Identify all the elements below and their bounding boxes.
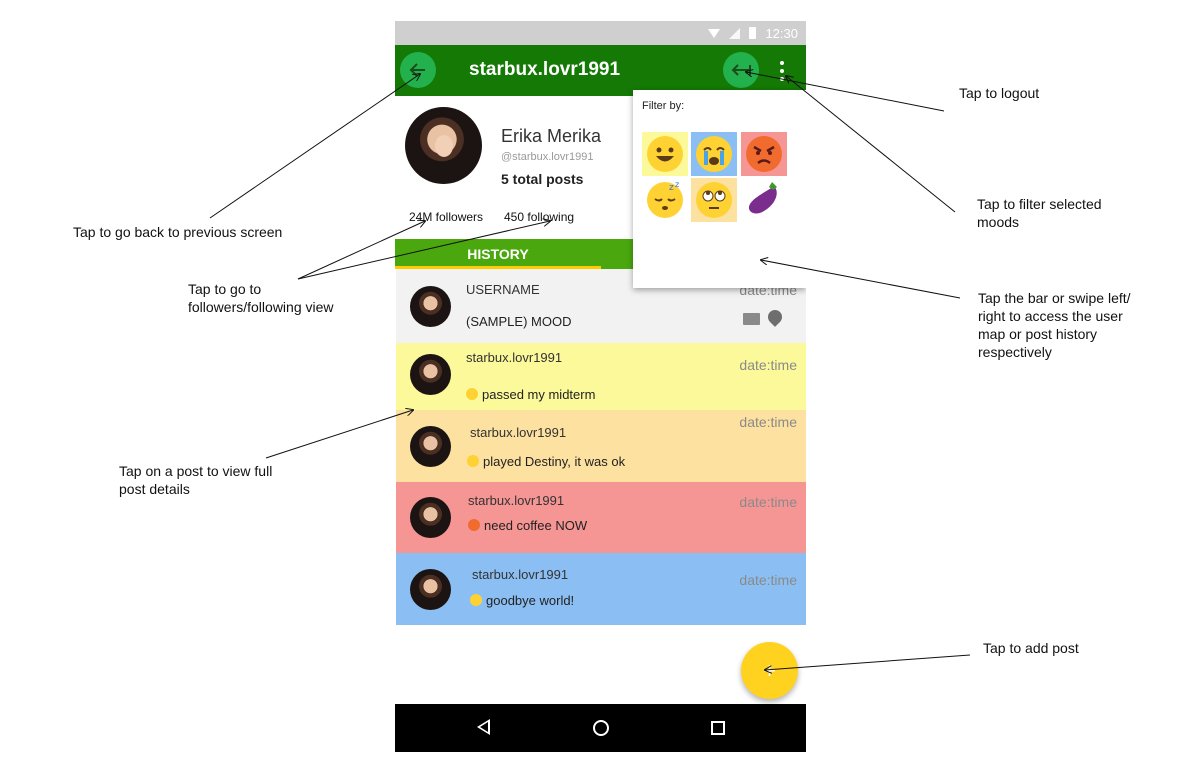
- location-pin-icon: [765, 307, 785, 327]
- happy-face-icon: [647, 136, 683, 172]
- angry-emoji-icon: [468, 519, 480, 531]
- post-row[interactable]: starbux.lovr1991 passed my midterm date:…: [396, 343, 806, 410]
- post-avatar: [410, 286, 451, 327]
- following-link[interactable]: 450 following: [504, 210, 574, 224]
- post-row[interactable]: starbux.lovr1991 goodbye world! date:tim…: [396, 553, 806, 625]
- happy-emoji-icon: [466, 388, 478, 400]
- sleepy-face-icon: zz: [647, 180, 683, 218]
- add-post-button[interactable]: +: [741, 642, 798, 699]
- app-bar: starbux.lovr1991: [395, 45, 806, 96]
- annotation-logout: Tap to logout: [959, 85, 1040, 101]
- filter-mood-angry[interactable]: [741, 132, 787, 176]
- svg-text:z: z: [669, 183, 674, 193]
- post-row[interactable]: starbux.lovr1991 need coffee NOW date:ti…: [396, 482, 806, 553]
- eye-roll-face-icon: [696, 182, 732, 218]
- annotation-swipe: Tap the bar or swipe left/ right to acce…: [978, 290, 1131, 360]
- profile-avatar: [405, 107, 482, 184]
- status-time: 12:30: [765, 25, 798, 41]
- post-text: passed my midterm: [466, 387, 595, 402]
- system-nav-bar: [395, 704, 806, 752]
- mood-filter-popup: Filter by: zz: [633, 90, 806, 288]
- overflow-menu-button[interactable]: [774, 59, 790, 83]
- post-username: starbux.lovr1991: [472, 567, 569, 582]
- image-icon: [743, 313, 760, 325]
- total-posts: 5 total posts: [501, 171, 584, 187]
- nav-back-icon[interactable]: [477, 719, 490, 735]
- arrow-left-icon: [409, 63, 425, 77]
- nav-home-icon[interactable]: [593, 720, 609, 736]
- page-title: starbux.lovr1991: [469, 59, 621, 80]
- signal-icon: [729, 27, 741, 39]
- annotation-back: Tap to go back to previous screen: [73, 224, 283, 240]
- post-text: goodbye world!: [470, 593, 574, 608]
- profile-handle: @starbux.lovr1991: [501, 151, 594, 163]
- post-avatar: [410, 569, 451, 610]
- post-date: date:time: [739, 494, 797, 510]
- svg-text:z: z: [675, 182, 679, 189]
- nav-recent-apps-icon[interactable]: [711, 721, 725, 735]
- post-username: USERNAME: [466, 282, 540, 297]
- status-bar: 12:30: [395, 21, 806, 45]
- logout-arrow-icon: [731, 64, 751, 76]
- annotation-filter: Tap to filter selected moods: [977, 196, 1102, 230]
- post-username: starbux.lovr1991: [470, 425, 567, 440]
- battery-icon: [749, 27, 757, 39]
- eye-roll-emoji-icon: [467, 455, 479, 467]
- tab-history[interactable]: HISTORY: [395, 239, 601, 269]
- filter-mood-eggplant[interactable]: [741, 178, 787, 222]
- post-date: date:time: [739, 414, 797, 430]
- post-mood-text: (SAMPLE) MOOD: [466, 314, 572, 329]
- followers-link[interactable]: 24M followers: [409, 210, 483, 224]
- post-avatar: [410, 426, 451, 467]
- logout-button[interactable]: [723, 52, 759, 88]
- post-avatar: [410, 354, 451, 395]
- crying-face-icon: [696, 136, 732, 172]
- filter-mood-happy[interactable]: [642, 132, 688, 176]
- eggplant-icon: [744, 178, 784, 223]
- post-avatar: [410, 497, 451, 538]
- wifi-icon: [708, 28, 721, 38]
- filter-label: Filter by:: [642, 100, 685, 112]
- filter-mood-eye-roll[interactable]: [691, 178, 737, 222]
- post-username: starbux.lovr1991: [468, 493, 565, 508]
- post-text: need coffee NOW: [468, 518, 587, 533]
- post-date: date:time: [739, 572, 797, 588]
- post-text: played Destiny, it was ok: [467, 454, 625, 469]
- profile-name: Erika Merika: [501, 126, 602, 146]
- annotation-followers: Tap to go to followers/following view: [188, 281, 334, 315]
- filter-mood-sleepy[interactable]: zz: [642, 178, 688, 222]
- post-date: date:time: [739, 357, 797, 373]
- annotation-post: Tap on a post to view full post details: [119, 463, 273, 497]
- post-username: starbux.lovr1991: [466, 350, 563, 365]
- phone-screen: 12:30 starbux.lovr1991 Erika Merika @sta…: [395, 21, 806, 752]
- angry-face-icon: [746, 136, 782, 172]
- post-row[interactable]: starbux.lovr1991 played Destiny, it was …: [396, 410, 806, 482]
- more-vert-icon: [780, 61, 784, 65]
- filter-mood-crying[interactable]: [691, 132, 737, 176]
- back-button[interactable]: [400, 52, 436, 88]
- annotation-add: Tap to add post: [983, 640, 1079, 656]
- plus-icon: +: [763, 657, 776, 683]
- crying-emoji-icon: [470, 594, 482, 606]
